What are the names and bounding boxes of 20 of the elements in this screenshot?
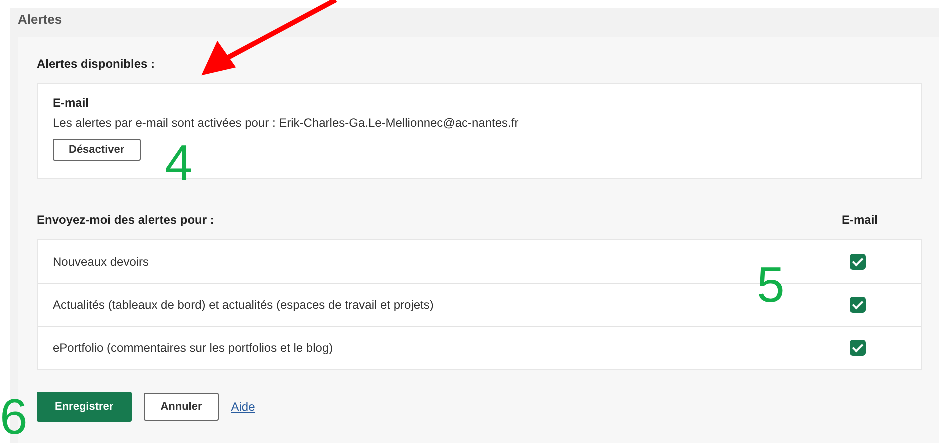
card-title: E-mail — [53, 96, 90, 110]
help-link[interactable]: Aide — [231, 400, 256, 414]
save-button[interactable]: Enregistrer — [37, 392, 132, 422]
column-header: E-mail — [842, 213, 878, 227]
deactivate-button[interactable]: Désactiver — [53, 139, 141, 161]
checkbox[interactable] — [850, 254, 866, 270]
checkbox[interactable] — [850, 297, 866, 313]
annotation-number: 5 — [757, 260, 785, 310]
section-heading: Envoyez-moi des alertes pour : — [37, 213, 214, 227]
alert-type-label: ePortfolio (commentaires sur les portfolios et le blog) — [53, 341, 334, 355]
annotation-number: 6 — [0, 392, 28, 442]
arrow-icon — [200, 0, 340, 76]
section-heading: Alertes disponibles : — [37, 57, 156, 71]
checkbox[interactable] — [850, 340, 866, 356]
annotation-number: 4 — [165, 138, 193, 188]
alert-type-label: Actualités (tableaux de bord) et actualités (espaces de travail et projets) — [53, 298, 434, 312]
alert-type-label: Nouveaux devoirs — [53, 254, 150, 268]
cancel-button[interactable]: Annuler — [144, 393, 220, 421]
card-description: Les alertes par e-mail sont activées pour : Erik-Charles-Ga.Le-Mellionnec@ac-nantes.fr — [53, 116, 519, 130]
section-title: Alertes — [18, 11, 64, 29]
